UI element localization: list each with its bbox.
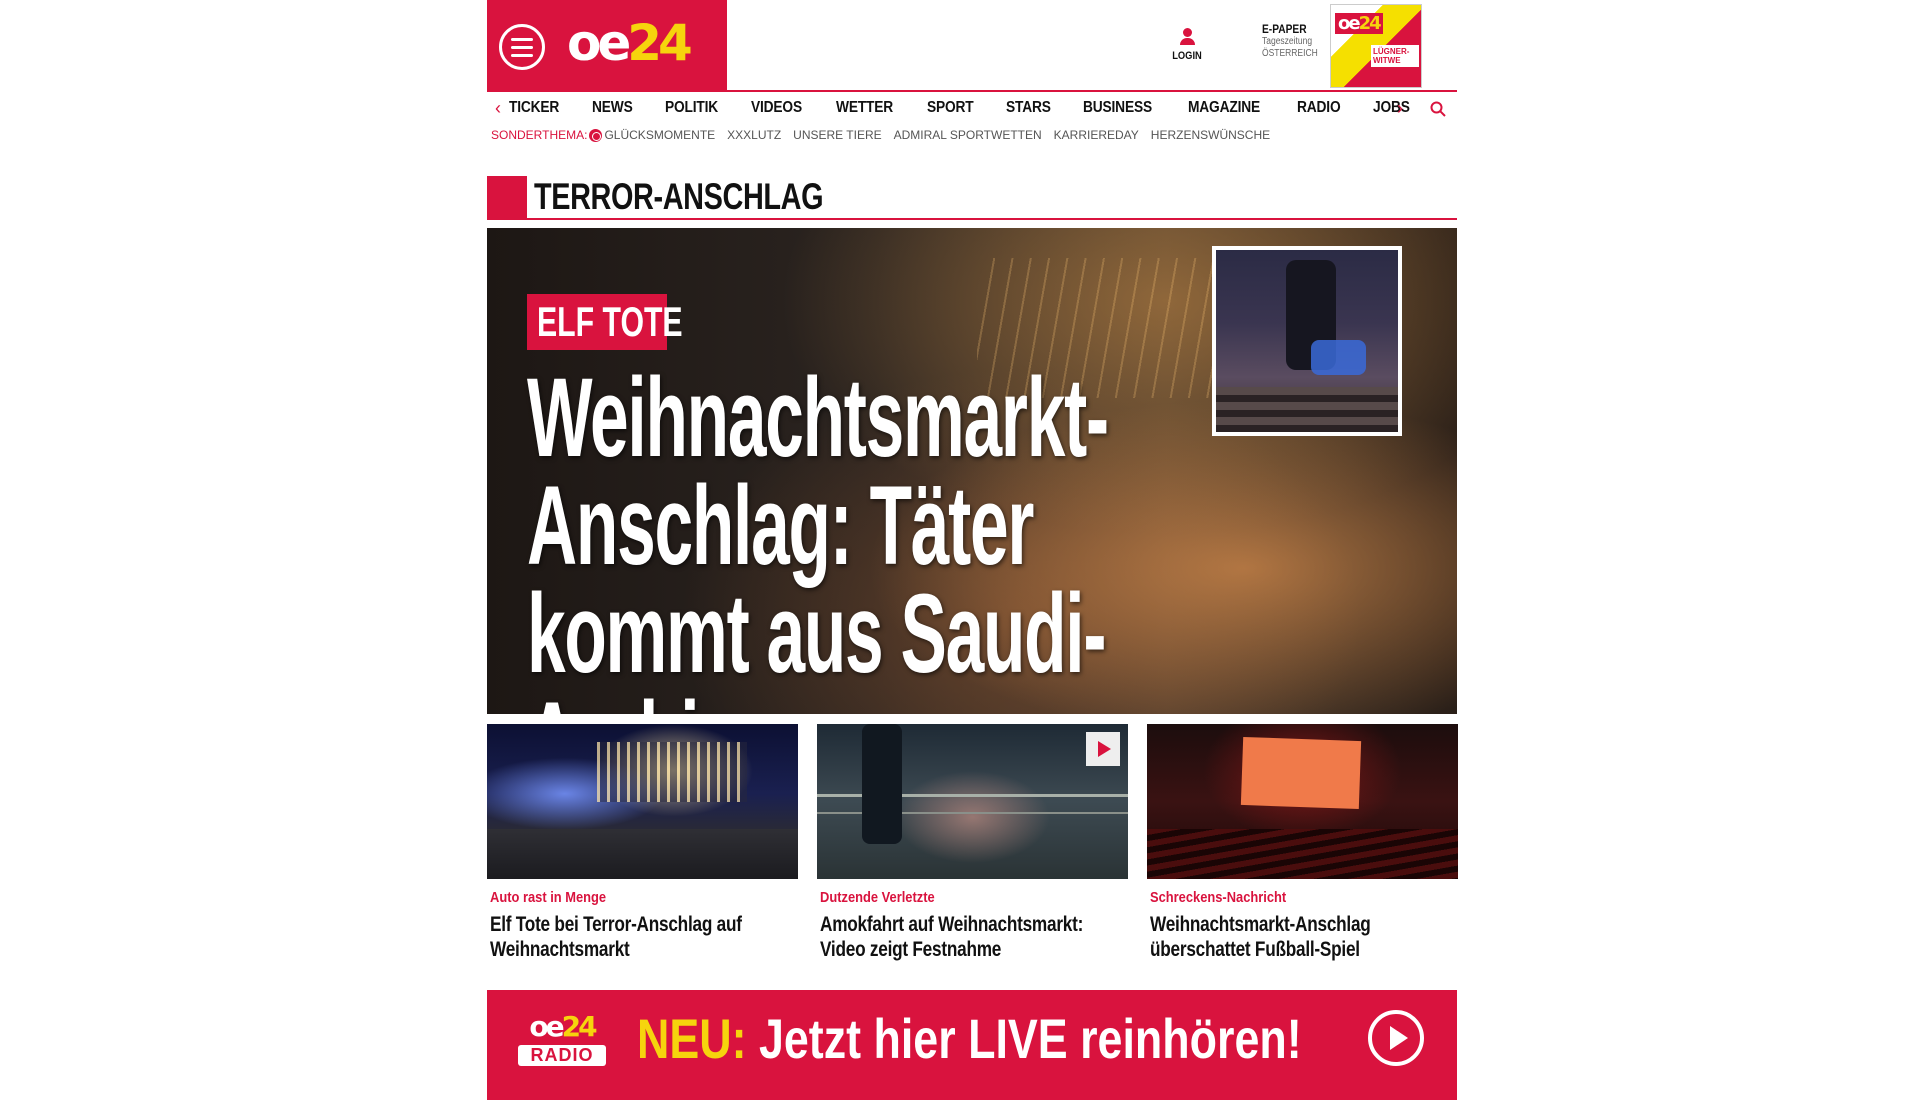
article-image[interactable] bbox=[1147, 724, 1458, 879]
search-icon[interactable] bbox=[1430, 101, 1446, 117]
hero-inset-image bbox=[1212, 246, 1402, 436]
nav-item-sport[interactable]: SPORT bbox=[927, 99, 974, 117]
article-title[interactable]: Amokfahrt auf Weihnachtsmarkt: Video zei… bbox=[820, 912, 1115, 962]
radio-logo-label: RADIO bbox=[518, 1045, 606, 1066]
nav-item-ticker[interactable]: TICKER bbox=[509, 99, 559, 117]
nav-item-wetter[interactable]: WETTER bbox=[836, 99, 893, 117]
nav-item-videos[interactable]: VIDEOS bbox=[751, 99, 802, 117]
section-accent-bar bbox=[487, 176, 527, 218]
chevron-left-icon[interactable]: ‹ bbox=[487, 98, 509, 119]
hero-badge: ELF TOTE bbox=[527, 294, 683, 350]
subnav-item-xxxlutz[interactable]: XXXLUTZ bbox=[727, 128, 781, 142]
section-header: TERROR-ANSCHLAG bbox=[487, 176, 1457, 220]
article-image[interactable] bbox=[817, 724, 1128, 879]
radio-cta-text: NEU: Jetzt hier LIVE reinhören! bbox=[637, 1006, 1302, 1071]
article-card[interactable]: Schreckens-Nachricht Weihnachtsmarkt-Ans… bbox=[1147, 724, 1458, 962]
lucky-badge-icon bbox=[589, 128, 603, 142]
hero-badge-text: ELF TOTE bbox=[537, 298, 683, 345]
nav-item-radio[interactable]: RADIO bbox=[1297, 99, 1341, 117]
subnav-item-gluecksmomente[interactable]: GLÜCKSMOMENTE bbox=[604, 128, 715, 142]
nav-item-stars[interactable]: STARS bbox=[1006, 99, 1051, 117]
play-icon[interactable] bbox=[1086, 732, 1120, 766]
radio-banner[interactable]: oe24 RADIO NEU: Jetzt hier LIVE reinhöre… bbox=[487, 990, 1457, 1100]
epaper-subtitle-country: ÖSTERREICH bbox=[1262, 48, 1318, 60]
login-button[interactable]: LOGIN bbox=[1167, 28, 1207, 62]
nav-item-business[interactable]: BUSINESS bbox=[1083, 99, 1152, 117]
article-card[interactable]: Auto rast in Menge Elf Tote bei Terror-A… bbox=[487, 724, 798, 962]
epaper-cover-thumbnail[interactable]: oe24 LÜGNER-WITWE bbox=[1330, 4, 1422, 88]
subnav-label: SONDERTHEMA: bbox=[491, 128, 588, 142]
article-card[interactable]: Dutzende Verletzte Amokfahrt auf Weihnac… bbox=[817, 724, 1128, 962]
chevron-right-icon[interactable]: › bbox=[1397, 98, 1403, 119]
epaper-link[interactable]: E-PAPER Tageszeitung ÖSTERREICH bbox=[1262, 22, 1328, 60]
user-icon bbox=[1182, 28, 1192, 37]
article-title[interactable]: Weihnachtsmarkt-Anschlag überschattet Fu… bbox=[1150, 912, 1445, 962]
radio-logo: oe24 RADIO bbox=[517, 1010, 607, 1076]
site-logo[interactable]: oe24 bbox=[567, 14, 693, 72]
hero-article[interactable]: ELF TOTE Weihnachtsmarkt- Anschlag: Täte… bbox=[487, 228, 1457, 714]
nav-item-jobs[interactable]: JOBS bbox=[1373, 99, 1410, 117]
subnav-item-unsere-tiere[interactable]: UNSERE TIERE bbox=[793, 128, 881, 142]
subnav: SONDERTHEMA: GLÜCKSMOMENTE XXXLUTZ UNSER… bbox=[487, 124, 1457, 146]
hero-headline[interactable]: Weihnachtsmarkt- Anschlag: Täter kommt a… bbox=[527, 362, 1209, 715]
main-nav: ‹ TICKER NEWS POLITIK VIDEOS WETTER SPOR… bbox=[487, 90, 1457, 124]
subnav-item-karriereday[interactable]: KARRIEREDAY bbox=[1054, 128, 1139, 142]
article-kicker: Auto rast in Menge bbox=[490, 889, 607, 906]
subnav-item-herzenswuensche[interactable]: HERZENSWÜNSCHE bbox=[1151, 128, 1270, 142]
hamburger-menu-icon[interactable] bbox=[499, 24, 545, 70]
page: oe24 LOGIN E-PAPER Tageszeitung ÖSTERREI… bbox=[487, 0, 1458, 1100]
article-kicker: Dutzende Verletzte bbox=[820, 889, 935, 906]
logo-block: oe24 bbox=[487, 0, 727, 90]
article-image[interactable] bbox=[487, 724, 798, 879]
nav-items: TICKER NEWS POLITIK VIDEOS WETTER SPORT … bbox=[509, 99, 1440, 117]
site-header: oe24 LOGIN E-PAPER Tageszeitung ÖSTERREI… bbox=[487, 0, 1457, 90]
play-icon[interactable] bbox=[1368, 1010, 1424, 1066]
nav-item-magazine[interactable]: MAGAZINE bbox=[1188, 99, 1260, 117]
epaper-title: E-PAPER bbox=[1262, 22, 1307, 36]
article-kicker: Schreckens-Nachricht bbox=[1150, 889, 1287, 906]
radio-cta-label: Jetzt hier LIVE reinhören! bbox=[758, 1007, 1302, 1070]
login-label: LOGIN bbox=[1172, 50, 1202, 62]
epaper-subtitle: Tageszeitung bbox=[1262, 36, 1313, 48]
nav-item-politik[interactable]: POLITIK bbox=[665, 99, 718, 117]
subnav-item-admiral-sportwetten[interactable]: ADMIRAL SPORTWETTEN bbox=[894, 128, 1042, 142]
article-title[interactable]: Elf Tote bei Terror-Anschlag auf Weihnac… bbox=[490, 912, 785, 962]
radio-new-label: NEU: bbox=[637, 1007, 747, 1070]
epaper-cover-headline: LÜGNER-WITWE bbox=[1371, 45, 1419, 67]
section-title: TERROR-ANSCHLAG bbox=[534, 176, 824, 217]
nav-item-news[interactable]: NEWS bbox=[592, 99, 633, 117]
article-cards: Auto rast in Menge Elf Tote bei Terror-A… bbox=[487, 724, 1458, 962]
